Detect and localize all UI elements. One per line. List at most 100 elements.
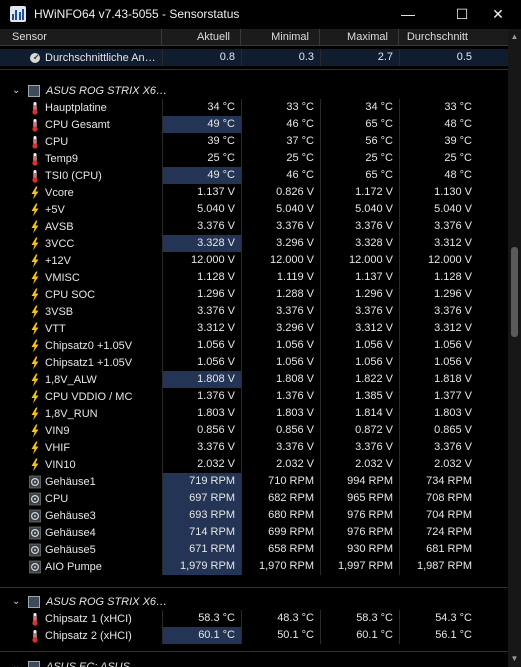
value-min: 2.032 V <box>241 456 320 473</box>
sensor-row[interactable]: VTT 3.312 V 3.296 V 3.312 V 3.312 V <box>0 320 508 337</box>
value-max: 965 RPM <box>320 490 399 507</box>
value-min: 699 RPM <box>241 524 320 541</box>
value-avg: 708 RPM <box>399 490 478 507</box>
value-max: 5.040 V <box>320 201 399 218</box>
sensor-row[interactable]: Gehäuse4 714 RPM 699 RPM 976 RPM 724 RPM <box>0 524 508 541</box>
scroll-up-arrow-icon[interactable]: ▲ <box>508 31 521 43</box>
sensor-row[interactable]: TSI0 (CPU) 49 °C 46 °C 65 °C 48 °C <box>0 167 508 184</box>
thermometer-icon <box>32 612 38 626</box>
sensor-row[interactable]: 3VCC 3.328 V 3.296 V 3.328 V 3.312 V <box>0 235 508 252</box>
value-current: 719 RPM <box>162 473 241 490</box>
sensor-row[interactable]: CPU Gesamt 49 °C 46 °C 65 °C 48 °C <box>0 116 508 133</box>
sensor-row[interactable]: Chipsatz0 +1.05V 1.056 V 1.056 V 1.056 V 1.0… <box>0 337 508 354</box>
sensor-row[interactable]: VHIF 3.376 V 3.376 V 3.376 V 3.376 V <box>0 439 508 456</box>
sensor-name-cell: VMISC <box>0 269 162 286</box>
sensor-row[interactable]: VIN9 0.856 V 0.856 V 0.872 V 0.865 V <box>0 422 508 439</box>
voltage-icon <box>31 288 39 301</box>
fan-icon <box>29 492 41 505</box>
scroll-thumb[interactable] <box>511 247 518 337</box>
sensor-row[interactable]: Gehäuse1 719 RPM 710 RPM 994 RPM 734 RPM <box>0 473 508 490</box>
column-max[interactable]: Maximal <box>320 29 399 46</box>
sensor-row[interactable]: CPU SOC 1.296 V 1.288 V 1.296 V 1.296 V <box>0 286 508 303</box>
collapse-chevron-icon[interactable]: ⌄ <box>12 85 22 96</box>
scroll-down-arrow-icon[interactable]: ▼ <box>508 653 521 665</box>
sensor-label: Gehäuse1 <box>45 475 96 488</box>
voltage-icon <box>31 339 39 352</box>
value-current: 3.376 V <box>162 303 241 320</box>
collapse-chevron-icon[interactable]: ⌄ <box>12 661 22 667</box>
value-min: 3.376 V <box>241 439 320 456</box>
sensor-row[interactable]: Gehäuse3 693 RPM 680 RPM 976 RPM 704 RPM <box>0 507 508 524</box>
sensor-row[interactable]: 1,8V_RUN 1.803 V 1.803 V 1.814 V 1.803 V <box>0 405 508 422</box>
vertical-scrollbar[interactable]: ▲ ▼ <box>508 29 521 667</box>
sensor-name-cell: Gehäuse4 <box>0 524 162 541</box>
value-min: 1.808 V <box>241 371 320 388</box>
sensor-row[interactable]: VIN10 2.032 V 2.032 V 2.032 V 2.032 V <box>0 456 508 473</box>
sensor-group-header[interactable]: ⌄ ASUS ROG STRIX X6… <box>0 593 508 610</box>
sensor-name-cell: CPU <box>0 133 162 150</box>
value-min: 48.3 °C <box>241 610 320 627</box>
sensor-row[interactable]: Gehäuse5 671 RPM 658 RPM 930 RPM 681 RPM <box>0 541 508 558</box>
sensor-name-cell: Hauptplatine <box>0 99 162 116</box>
sensor-row[interactable]: CPU 39 °C 37 °C 56 °C 39 °C <box>0 133 508 150</box>
value-min: 25 °C <box>241 150 320 167</box>
sensor-name-cell: 3VSB <box>0 303 162 320</box>
value-current: 1.056 V <box>162 337 241 354</box>
collapse-chevron-icon[interactable]: ⌄ <box>12 596 22 607</box>
minimize-button[interactable]: — <box>385 0 431 28</box>
sensor-label: Durchschnittliche An… <box>45 51 156 64</box>
sensor-row[interactable]: Chipsatz1 +1.05V 1.056 V 1.056 V 1.056 V 1.0… <box>0 354 508 371</box>
column-min[interactable]: Minimal <box>241 29 320 46</box>
fan-icon <box>29 543 41 556</box>
sensor-label: 1,8V_RUN <box>45 407 98 420</box>
value-avg: 1.056 V <box>399 337 478 354</box>
value-current: 1,979 RPM <box>162 558 241 575</box>
sensor-row[interactable]: Hauptplatine 34 °C 33 °C 34 °C 33 °C <box>0 99 508 116</box>
value-min: 0.856 V <box>241 422 320 439</box>
sensor-name-cell: VHIF <box>0 439 162 456</box>
sensor-row[interactable]: AVSB 3.376 V 3.376 V 3.376 V 3.376 V <box>0 218 508 235</box>
sensor-name-cell: Chipsatz 2 (xHCI) <box>0 627 162 644</box>
sensor-row[interactable]: Durchschnittliche An… 0.8 0.3 2.7 0.5 <box>0 49 508 66</box>
value-avg: 1.377 V <box>399 388 478 405</box>
sensor-row[interactable]: 1,8V_ALW 1.808 V 1.808 V 1.822 V 1.818 V <box>0 371 508 388</box>
sensor-row[interactable]: 3VSB 3.376 V 3.376 V 3.376 V 3.376 V <box>0 303 508 320</box>
value-min: 1,970 RPM <box>241 558 320 575</box>
value-max: 25 °C <box>320 150 399 167</box>
group-separator <box>0 69 508 70</box>
sensor-table: Durchschnittliche An… 0.8 0.3 2.7 0.5 ⌄ ASUS R… <box>0 47 508 667</box>
value-avg: 33 °C <box>399 99 478 116</box>
close-button[interactable]: ✕ <box>475 0 521 28</box>
sensor-row[interactable]: VMISC 1.128 V 1.119 V 1.137 V 1.128 V <box>0 269 508 286</box>
value-avg: 3.376 V <box>399 218 478 235</box>
sensor-row[interactable]: +12V 12.000 V 12.000 V 12.000 V 12.000 V <box>0 252 508 269</box>
column-header: Sensor Aktuell Minimal Maximal Durchschn… <box>0 29 508 46</box>
sensor-row[interactable]: Chipsatz 2 (xHCI) 60.1 °C 50.1 °C 60.1 °C 56… <box>0 627 508 644</box>
value-current: 58.3 °C <box>162 610 241 627</box>
value-avg: 1,987 RPM <box>399 558 478 575</box>
sensor-row[interactable]: +5V 5.040 V 5.040 V 5.040 V 5.040 V <box>0 201 508 218</box>
value-current: 693 RPM <box>162 507 241 524</box>
sensor-label: CPU VDDIO / MC <box>45 390 133 403</box>
column-sensor[interactable]: Sensor <box>0 29 162 46</box>
sensor-row[interactable]: CPU 697 RPM 682 RPM 965 RPM 708 RPM <box>0 490 508 507</box>
sensor-row[interactable]: Chipsatz 1 (xHCI) 58.3 °C 48.3 °C 58.3 °C 54… <box>0 610 508 627</box>
sensor-group-header[interactable]: ⌄ ASUS EC: ASUS <box>0 658 508 667</box>
column-current[interactable]: Aktuell <box>162 29 241 46</box>
thermometer-icon <box>32 152 38 166</box>
sensor-group-header[interactable]: ⌄ ASUS ROG STRIX X6… <box>0 82 508 99</box>
sensor-row[interactable]: Vcore 1.137 V 0.826 V 1.172 V 1.130 V <box>0 184 508 201</box>
value-max: 2.7 <box>320 49 399 66</box>
sensor-name-cell: Durchschnittliche An… <box>0 49 162 66</box>
value-min: 37 °C <box>241 133 320 150</box>
sensor-row[interactable]: CPU VDDIO / MC 1.376 V 1.376 V 1.385 V 1.377… <box>0 388 508 405</box>
sensor-label: Gehäuse4 <box>45 526 96 539</box>
value-max: 3.376 V <box>320 218 399 235</box>
fan-icon <box>29 509 41 522</box>
column-avg[interactable]: Durchschnitt <box>399 29 478 46</box>
sensor-row[interactable]: AIO Pumpe 1,979 RPM 1,970 RPM 1,997 RPM 1,98… <box>0 558 508 575</box>
value-min: 33 °C <box>241 99 320 116</box>
voltage-icon <box>31 220 39 233</box>
sensor-row[interactable]: Temp9 25 °C 25 °C 25 °C 25 °C <box>0 150 508 167</box>
value-avg: 1.803 V <box>399 405 478 422</box>
